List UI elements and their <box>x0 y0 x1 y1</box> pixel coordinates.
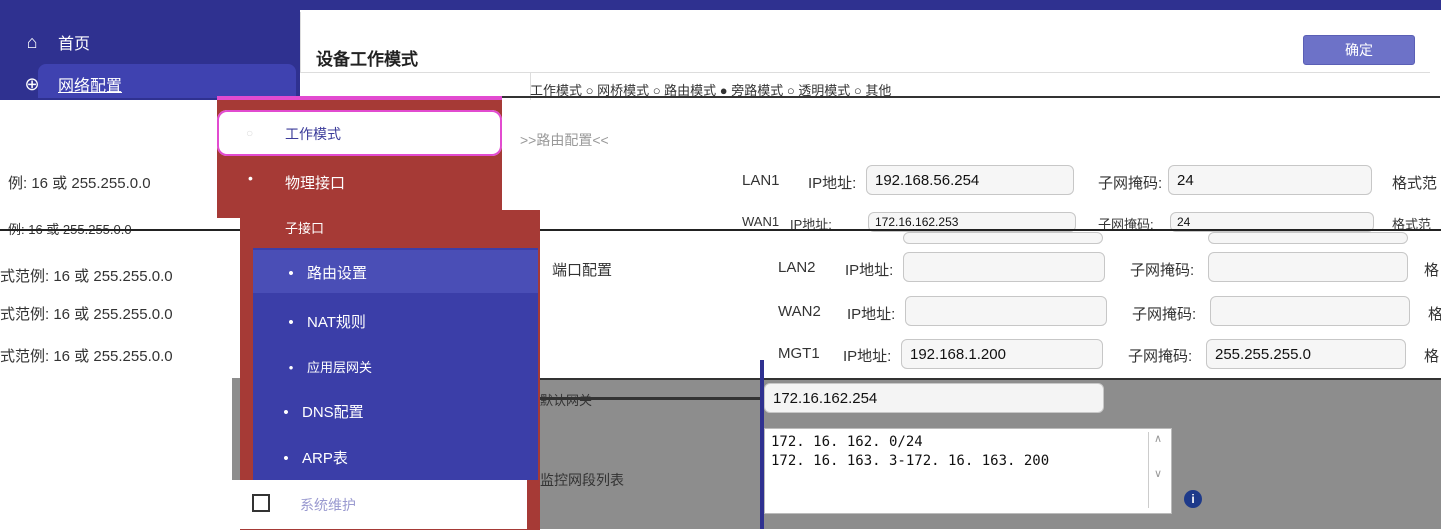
nav-item-network[interactable]: ⊕ 网络配置 <box>20 70 122 98</box>
wan2-ip-label: IP地址: <box>847 306 896 323</box>
blank-area <box>0 378 232 529</box>
divider <box>538 397 760 400</box>
hint-text: 式范例: 16 或 255.255.0.0 <box>0 306 173 323</box>
lan1-ip-input[interactable]: 192.168.56.254 <box>866 165 1074 195</box>
divider <box>0 229 1441 231</box>
lan1-name: LAN1 <box>742 172 780 189</box>
confirm-button[interactable]: 确定 <box>1303 35 1415 65</box>
menu-item-work-mode-label: 工作模式 <box>285 126 341 142</box>
bullet-icon: • <box>283 450 289 467</box>
bullet-icon: ○ <box>246 126 254 140</box>
wan2-mask-label: 子网掩码: <box>1132 306 1197 323</box>
monitor-networks-textarea[interactable]: 172. 16. 162. 0/24 172. 16. 163. 3-172. … <box>764 428 1172 514</box>
panel-title: 设备工作模式 <box>316 50 418 69</box>
divider <box>300 72 1430 73</box>
menu-item-work-mode[interactable] <box>217 110 502 156</box>
work-mode-radio-group[interactable]: 工作模式 ○ 网桥模式 ○ 路由模式 ● 旁路模式 ○ 透明模式 ○ 其他 <box>530 80 1440 102</box>
menu-item-label: DNS配置 <box>302 404 364 421</box>
active-outline <box>217 96 502 100</box>
lan2-name: LAN2 <box>778 259 816 276</box>
bullet-icon: • <box>288 265 294 282</box>
nav-item-home[interactable]: ⌂ 首页 <box>20 28 90 56</box>
bullet-icon: • <box>288 314 294 331</box>
globe-icon: ⊕ <box>24 73 40 94</box>
panel-header <box>300 12 1431 72</box>
wan1-name: WAN1 <box>742 214 780 229</box>
scroll-up-icon[interactable]: ∧ <box>1149 432 1167 445</box>
wan2-ip-input[interactable] <box>905 296 1107 326</box>
menu-item-nat-rules[interactable]: • NAT规则 <box>275 311 366 332</box>
mgt1-format-hint: 格 <box>1424 348 1440 365</box>
section-title: >>路由配置<< <box>520 132 609 148</box>
wan2-mask-input[interactable] <box>1210 296 1410 326</box>
menu-item-route-settings[interactable]: • 路由设置 <box>275 262 367 283</box>
home-icon: ⌂ <box>26 31 38 52</box>
lan2-mask-label: 子网掩码: <box>1130 262 1195 279</box>
menu-item-dns[interactable]: • DNS配置 <box>270 401 364 422</box>
port-config-label: 端口配置 <box>552 262 613 279</box>
system-card-label: 系统维护 <box>300 497 356 513</box>
bullet-icon: • <box>248 170 253 186</box>
menu-item-physical-port[interactable]: 物理接口 <box>285 172 345 193</box>
glitch-input-fragment <box>903 232 1103 244</box>
lan1-ip-label: IP地址: <box>808 175 857 192</box>
menu-item-subinterface[interactable]: 子接口 <box>285 218 324 237</box>
wan2-name: WAN2 <box>778 303 821 320</box>
menu-item-label: 路由设置 <box>307 265 368 282</box>
monitor-label: 监控网段列表 <box>540 472 624 488</box>
lan2-mask-input[interactable] <box>1208 252 1408 282</box>
lan2-format-hint: 格 <box>1424 262 1440 279</box>
system-maintenance-icon <box>252 494 270 512</box>
menu-item-label: NAT规则 <box>307 314 366 331</box>
lan1-mask-label: 子网掩码: <box>1098 175 1163 192</box>
menu-item-label: ARP表 <box>302 450 348 467</box>
menu-item-arp[interactable]: • ARP表 <box>270 447 348 468</box>
textarea-scrollbar[interactable]: ∧ ∨ <box>1148 432 1167 508</box>
hint-text: 式范例: 16 或 255.255.0.0 <box>0 268 173 285</box>
menu-item-alg[interactable]: • 应用层网关 <box>275 357 372 376</box>
mgt1-ip-input[interactable]: 192.168.1.200 <box>901 339 1103 369</box>
divider <box>500 96 1440 98</box>
mgt1-mask-input[interactable]: 255.255.255.0 <box>1206 339 1406 369</box>
system-card[interactable] <box>232 480 527 529</box>
gateway-input[interactable]: 172.16.162.254 <box>764 383 1104 413</box>
bullet-icon: • <box>283 404 289 421</box>
nav-home-label: 首页 <box>58 36 91 53</box>
glitch-input-fragment <box>1208 232 1408 244</box>
divider <box>538 378 1441 380</box>
hint-text: 例: 16 或 255.255.0.0 <box>8 175 151 192</box>
info-icon[interactable]: i <box>1184 490 1202 508</box>
top-accent-bar <box>300 0 1441 10</box>
lan2-ip-label: IP地址: <box>845 262 894 279</box>
mgt1-name: MGT1 <box>778 345 820 362</box>
hint-text: 式范例: 16 或 255.255.0.0 <box>0 348 173 365</box>
scroll-down-icon[interactable]: ∨ <box>1149 467 1167 480</box>
nav-network-label: 网络配置 <box>58 78 123 95</box>
bullet-icon: • <box>288 360 294 375</box>
lan1-mask-input[interactable]: 24 <box>1168 165 1372 195</box>
lan1-format-hint: 格式范 <box>1392 175 1438 192</box>
mgt1-ip-label: IP地址: <box>843 348 892 365</box>
lan2-ip-input[interactable] <box>903 252 1105 282</box>
mgt1-mask-label: 子网掩码: <box>1128 348 1193 365</box>
wan2-format-hint: 格 <box>1428 306 1441 323</box>
menu-item-label: 应用层网关 <box>307 360 373 375</box>
